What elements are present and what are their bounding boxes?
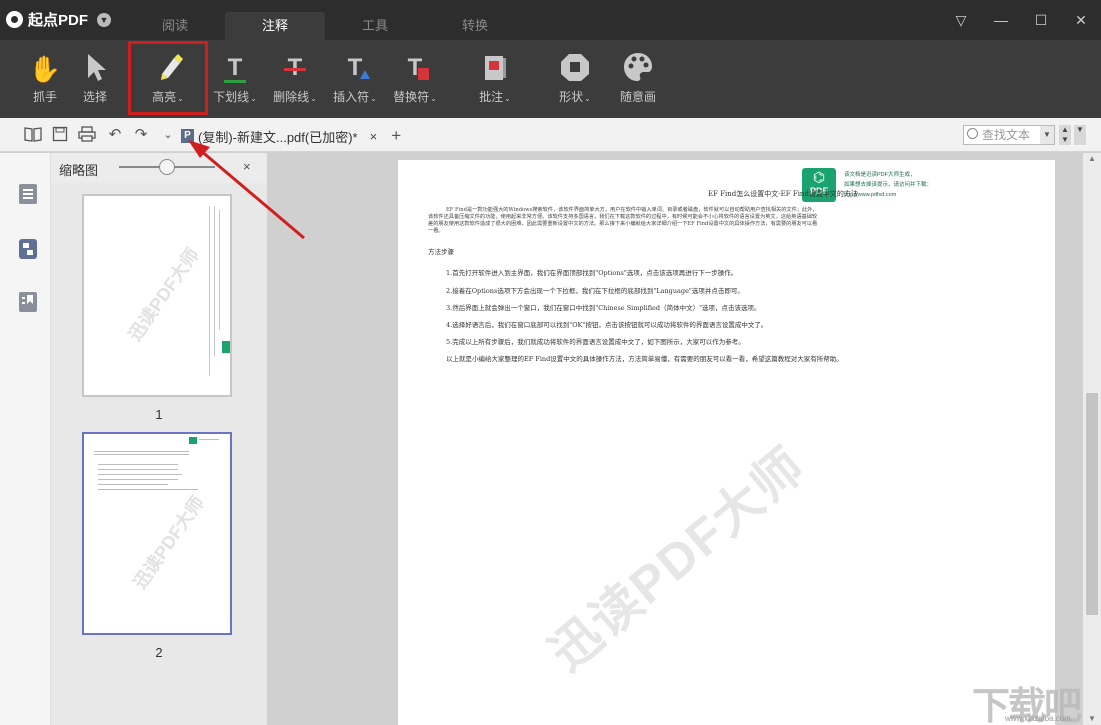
replace-caret-tool-button[interactable]: T 替换符⌄ (385, 50, 445, 110)
underline-icon: T (205, 50, 265, 88)
insert-caret-icon: T (325, 50, 385, 88)
window-controls: ▽ — ☐ ✕ (941, 0, 1101, 40)
dropdown-menu-icon[interactable]: ▽ (941, 0, 981, 40)
app-menu-chevron-icon[interactable]: ▼ (97, 12, 112, 27)
scrollbar-thumb[interactable] (1086, 393, 1098, 615)
search-options-dropdown-icon[interactable]: ▼ (1040, 126, 1054, 144)
undo-icon[interactable]: ↶ (106, 126, 124, 144)
steps-heading: 方法步骤 (428, 248, 454, 256)
select-tool-button[interactable]: 选择 (65, 50, 125, 110)
thumbnail-watermark-2: 迅读PDF大师 (129, 492, 208, 593)
step-1: 1.首先打开软件进入到主界面，我们在界面顶部找到"Options"选项，点击该选… (446, 269, 738, 277)
palette-icon (608, 50, 668, 88)
comment-note-icon (465, 50, 525, 88)
app-name: 起点PDF (28, 12, 89, 29)
save-icon[interactable] (51, 126, 69, 144)
document-intro: EF Find是一款功能强大的Windows搜索软件，该软件界面简单大方，用户在… (428, 207, 818, 234)
pdf-logo-icon: ⌬ (812, 169, 826, 185)
strikethrough-tool-label: 删除线⌄ (273, 90, 317, 104)
comment-tool-label: 批注⌄ (479, 90, 511, 104)
strikethrough-icon: T (265, 50, 325, 88)
main-tabs: 阅读 注释 工具 转换 (125, 12, 525, 40)
tab-convert[interactable]: 转换 (425, 12, 525, 40)
close-icon[interactable]: ✕ (1061, 0, 1101, 40)
shape-tool-label: 形状⌄ (559, 90, 591, 104)
pdf-page: 迅读PDF大师 ⌬ PDF 该文档是迅读PDF大师生成， 如果想去掉该提示，请访… (398, 160, 1055, 725)
freehand-tool-button[interactable]: 随意画 (608, 50, 668, 110)
search-prev-icon[interactable]: ▲ ▼ (1059, 125, 1071, 145)
shape-tool-button[interactable]: 形状⌄ (545, 50, 605, 110)
site-watermark-url: www.xiazaiba.com (1005, 714, 1071, 723)
select-tool-label: 选择 (82, 90, 107, 104)
page-thumbnail-2-number: 2 (155, 645, 163, 660)
strikethrough-tool-button[interactable]: T 删除线⌄ (265, 50, 325, 110)
shape-icon (545, 50, 605, 88)
bookmarks-icon[interactable] (18, 291, 38, 312)
replace-caret-icon: T (385, 50, 445, 88)
underline-tool-label: 下划线⌄ (213, 90, 257, 104)
replace-caret-tool-label: 替换符⌄ (393, 90, 437, 104)
page-thumbnail-2[interactable]: 迅读PDF大师 (82, 432, 232, 635)
document-tab-close-icon[interactable]: × (370, 129, 378, 144)
thumbnail-watermark: 迅读PDF大师 (124, 244, 203, 345)
step-2: 2.接着在Options选项下方会出现一个下拉框，我们在下拉框的底部找到"Lan… (446, 287, 744, 295)
vertical-scrollbar[interactable]: ▲ ▼ (1083, 153, 1101, 725)
step-3: 3.然后界面上就会弹出一个窗口，我们在窗口中找到"Chinese Simplif… (446, 304, 761, 312)
title-bar: 起点PDF ▼ 阅读 注释 工具 转换 ▽ — ☐ ✕ (0, 0, 1101, 40)
search-placeholder: 查找文本 (982, 128, 1031, 142)
scroll-up-icon[interactable]: ▲ (1083, 153, 1101, 165)
scroll-down-icon[interactable]: ▼ (1083, 713, 1101, 725)
insert-caret-tool-label: 插入符⌄ (333, 90, 377, 104)
freehand-tool-label: 随意画 (619, 90, 656, 104)
document-bar: ↶ ↷ ⌄ P (复制)-新建文...pdf(已加密)* × + 查找文本 ▼ … (0, 118, 1101, 152)
conclusion: 以上就是小编给大家整理的EF Find设置中文的具体操作方法，方法简单易懂，有需… (446, 355, 843, 363)
tab-annotate[interactable]: 注释 (225, 12, 325, 40)
insert-caret-tool-button[interactable]: T 插入符⌄ (325, 50, 385, 110)
book-view-icon[interactable] (24, 126, 42, 144)
thumbnail-panel-title: 缩略图 (59, 163, 99, 178)
step-4: 4.选择好语言后，我们在窗口底部可以找到"OK"按钮，点击该按钮就可以成功将软件… (446, 321, 768, 329)
print-icon[interactable] (78, 126, 96, 144)
thumbnail-panel: 缩略图 × 迅读PDF大师 1 迅读PDF大师 2 (51, 153, 267, 725)
page-watermark: 迅读PDF大师 (539, 436, 816, 682)
document-tab-title: (复制)-新建文...pdf(已加密)* (198, 129, 358, 145)
minimize-icon[interactable]: — (981, 0, 1021, 40)
comment-tool-button[interactable]: 批注⌄ (465, 50, 525, 110)
thumbnail-panel-header: 缩略图 × (51, 153, 267, 183)
step-5: 5.完成以上所有步骤后，我们就成功将软件的界面语言设置成中文了，如下图所示，大家… (446, 338, 745, 346)
app-logo-icon (6, 11, 23, 28)
page-thumbnail-1[interactable]: 迅读PDF大师 (82, 194, 232, 397)
search-next-icon[interactable]: ▼ (1074, 125, 1086, 145)
pdf-file-icon: P (181, 129, 194, 143)
thumbnail-panel-close-icon[interactable]: × (243, 159, 251, 174)
redo-icon[interactable]: ↷ (132, 126, 150, 144)
page-thumbnail-1-number: 1 (155, 407, 163, 422)
thumbnails-icon[interactable] (18, 238, 38, 259)
highlight-tool-callout-box (128, 41, 208, 115)
left-sidebar-rail (0, 153, 51, 725)
outline-icon[interactable] (18, 183, 38, 204)
new-tab-plus-icon[interactable]: + (391, 126, 401, 146)
document-tab[interactable]: P (复制)-新建文...pdf(已加密)* × + (181, 126, 401, 146)
tab-read[interactable]: 阅读 (125, 12, 225, 40)
maximize-icon[interactable]: ☐ (1021, 0, 1061, 40)
search-input[interactable]: 查找文本 ▼ (963, 125, 1055, 145)
document-title: EF Find怎么设置中文-EF Find设置中文的方法 (708, 190, 858, 198)
more-chevron-down-icon[interactable]: ⌄ (159, 126, 177, 144)
search-icon (967, 128, 978, 139)
tab-tools[interactable]: 工具 (325, 12, 425, 40)
app-logo[interactable]: 起点PDF ▼ (6, 9, 112, 30)
zoom-slider-handle[interactable] (159, 159, 175, 175)
cursor-arrow-icon (65, 50, 125, 88)
underline-tool-button[interactable]: T 下划线⌄ (205, 50, 265, 110)
